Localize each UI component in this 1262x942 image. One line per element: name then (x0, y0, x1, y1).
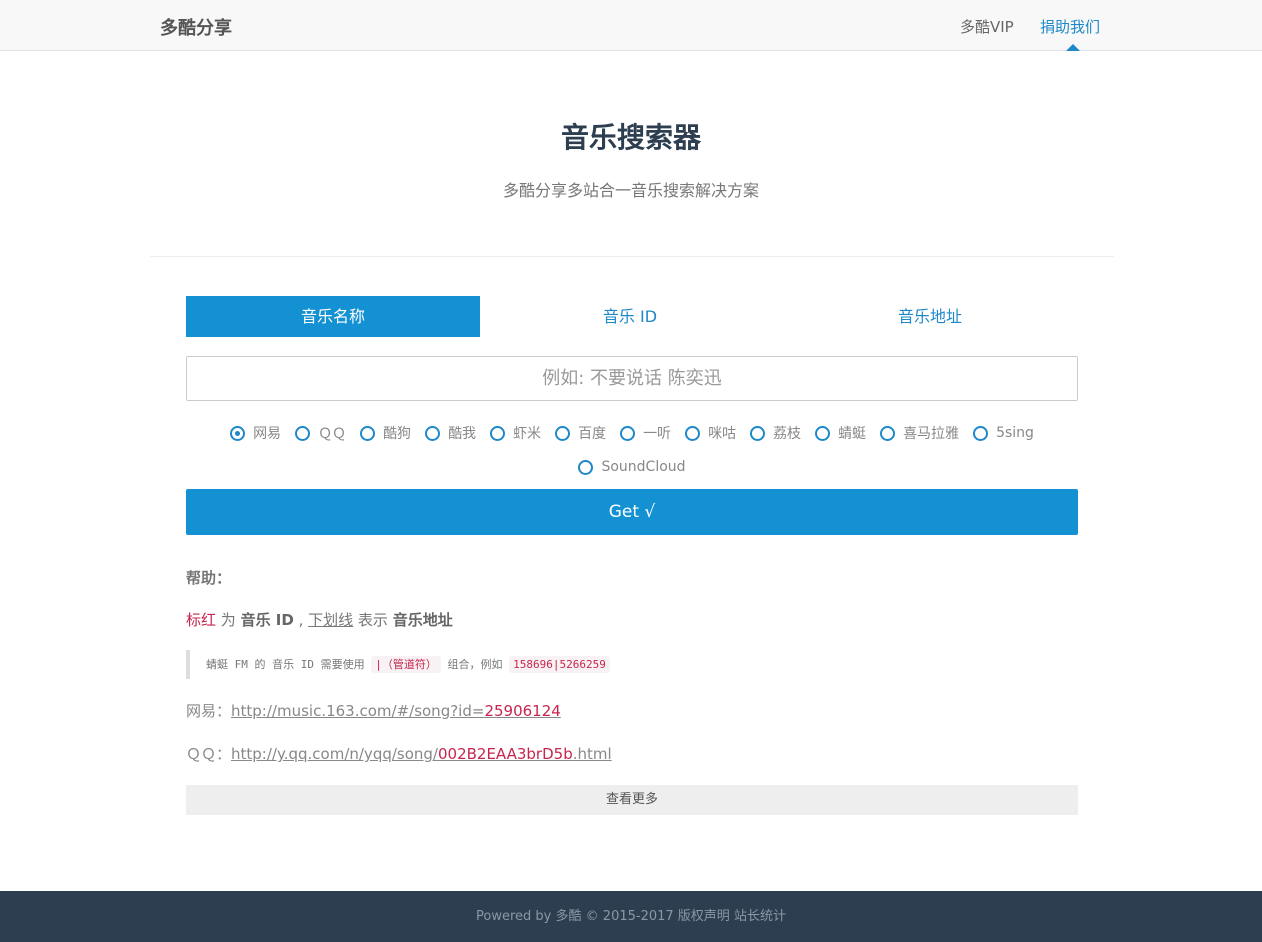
link-text: .html (572, 745, 612, 763)
radio-label: 5sing (996, 425, 1034, 441)
radio-unchecked-icon (425, 425, 441, 441)
radio-label: 一听 (643, 426, 672, 442)
legend-text: , (293, 611, 309, 629)
footer: Powered by 多酷 © 2015-2017 版权声明 站长统计 (0, 891, 1262, 942)
radio-label: 酷我 (448, 426, 477, 442)
example-link-qq[interactable]: http://y.qq.com/n/yqq/song/002B2EAA3brD5… (231, 745, 612, 763)
radio-label: 虾米 (513, 426, 542, 442)
source-radio-group: 网易 ＱＱ 酷狗 酷我 虾米 百度 一听 咪咕 荔枝 蜻蜓 喜马拉雅 5sing… (186, 424, 1078, 476)
get-button[interactable]: Get √ (186, 489, 1078, 535)
search-input[interactable] (186, 356, 1078, 401)
radio-label: 喜马拉雅 (903, 426, 960, 442)
nav-link-donate[interactable]: 捐助我们 (1040, 16, 1100, 37)
help-legend: 标红 为 音乐 ID , 下划线 表示 音乐地址 (186, 609, 453, 630)
legend-underline-text: 下划线 (308, 611, 354, 629)
radio-unchecked-icon (360, 425, 376, 441)
radio-unchecked-icon (555, 425, 571, 441)
page-title: 音乐搜索器 (560, 121, 701, 154)
legend-text: 表示 (353, 611, 393, 629)
source-radio-kuwo[interactable]: 酷我 (425, 424, 476, 442)
footer-copyright-link[interactable]: 版权声明 (678, 909, 730, 924)
source-radio-migu[interactable]: 咪咕 (685, 424, 736, 442)
tab-music-url[interactable]: 音乐地址 (780, 296, 1080, 337)
footer-stats-link[interactable]: 站长统计 (734, 909, 786, 924)
note-text: 组合，例如 (440, 658, 510, 671)
example-label: ＱＱ： (186, 745, 232, 763)
radio-label: 咪咕 (708, 426, 737, 442)
radio-unchecked-icon (973, 425, 989, 441)
radio-unchecked-icon (620, 425, 636, 441)
radio-unchecked-icon (295, 425, 311, 441)
footer-brand-link[interactable]: 多酷 (556, 909, 582, 924)
source-radio-qq[interactable]: ＱＱ (295, 424, 346, 442)
help-note-blockquote: 蜻蜓 FM 的 音乐 ID 需要使用 |（管道符） 组合，例如 158696|5… (186, 650, 1078, 679)
tab-music-name[interactable]: 音乐名称 (186, 296, 480, 337)
source-radio-lizhi[interactable]: 荔枝 (750, 424, 801, 442)
radio-label: SoundCloud (601, 459, 686, 475)
radio-unchecked-icon (880, 425, 896, 441)
show-more-button[interactable]: 查看更多 (186, 785, 1078, 815)
radio-unchecked-icon (685, 425, 701, 441)
radio-unchecked-icon (578, 459, 594, 475)
radio-label: 荔枝 (773, 426, 802, 442)
legend-red-text: 标红 (186, 611, 217, 629)
site-brand[interactable]: 多酷分享 (160, 14, 232, 40)
example-link-netease[interactable]: http://music.163.com/#/song?id=25906124 (231, 702, 561, 720)
help-heading: 帮助： (186, 569, 232, 587)
radio-checked-icon (230, 425, 246, 441)
source-radio-kugou[interactable]: 酷狗 (360, 424, 411, 442)
legend-text: 为 (216, 611, 241, 629)
source-radio-5sing[interactable]: 5sing (973, 424, 1034, 442)
legend-music-id: 音乐 ID (240, 611, 294, 629)
example-label: 网易： (186, 702, 232, 720)
source-radio-1ting[interactable]: 一听 (620, 424, 671, 442)
radio-label: 百度 (578, 426, 607, 442)
source-radio-xiami[interactable]: 虾米 (490, 424, 541, 442)
radio-label: ＱＱ (318, 426, 347, 442)
source-radio-soundcloud[interactable]: SoundCloud (578, 458, 686, 476)
footer-copyright: © 2015-2017 (581, 909, 678, 924)
radio-label: 蜻蜓 (838, 426, 867, 442)
link-text: http://y.qq.com/n/yqq/song/ (231, 745, 438, 763)
divider (150, 256, 1114, 257)
legend-music-url: 音乐地址 (392, 611, 453, 629)
source-radio-netease[interactable]: 网易 (230, 424, 281, 442)
radio-unchecked-icon (815, 425, 831, 441)
link-text: http://music.163.com/#/song?id= (231, 702, 485, 720)
note-text: 蜻蜓 FM 的 音乐 ID 需要使用 (206, 658, 372, 671)
active-nav-caret-icon (1066, 44, 1080, 51)
radio-label: 网易 (253, 426, 282, 442)
link-id-highlight: 002B2EAA3brD5b (437, 745, 573, 763)
nav-link-vip[interactable]: 多酷VIP (960, 16, 1014, 37)
radio-unchecked-icon (490, 425, 506, 441)
note-pipe-code: |（管道符） (371, 656, 441, 673)
source-radio-qingting[interactable]: 蜻蜓 (815, 424, 866, 442)
source-radio-baidu[interactable]: 百度 (555, 424, 606, 442)
top-navbar: 多酷分享 多酷VIP 捐助我们 (0, 0, 1262, 51)
link-id-highlight: 25906124 (484, 702, 561, 720)
radio-label: 酷狗 (383, 426, 412, 442)
example-qq: ＱＱ：http://y.qq.com/n/yqq/song/002B2EAA3b… (186, 743, 612, 764)
note-example-code: 158696|5266259 (509, 656, 610, 673)
source-radio-ximalaya[interactable]: 喜马拉雅 (880, 424, 959, 442)
footer-powered: Powered by (476, 909, 556, 924)
page-subtitle: 多酷分享多站合一音乐搜索解决方案 (502, 181, 759, 200)
radio-unchecked-icon (750, 425, 766, 441)
example-netease: 网易：http://music.163.com/#/song?id=259061… (186, 700, 561, 721)
tab-music-id[interactable]: 音乐 ID (480, 296, 780, 337)
